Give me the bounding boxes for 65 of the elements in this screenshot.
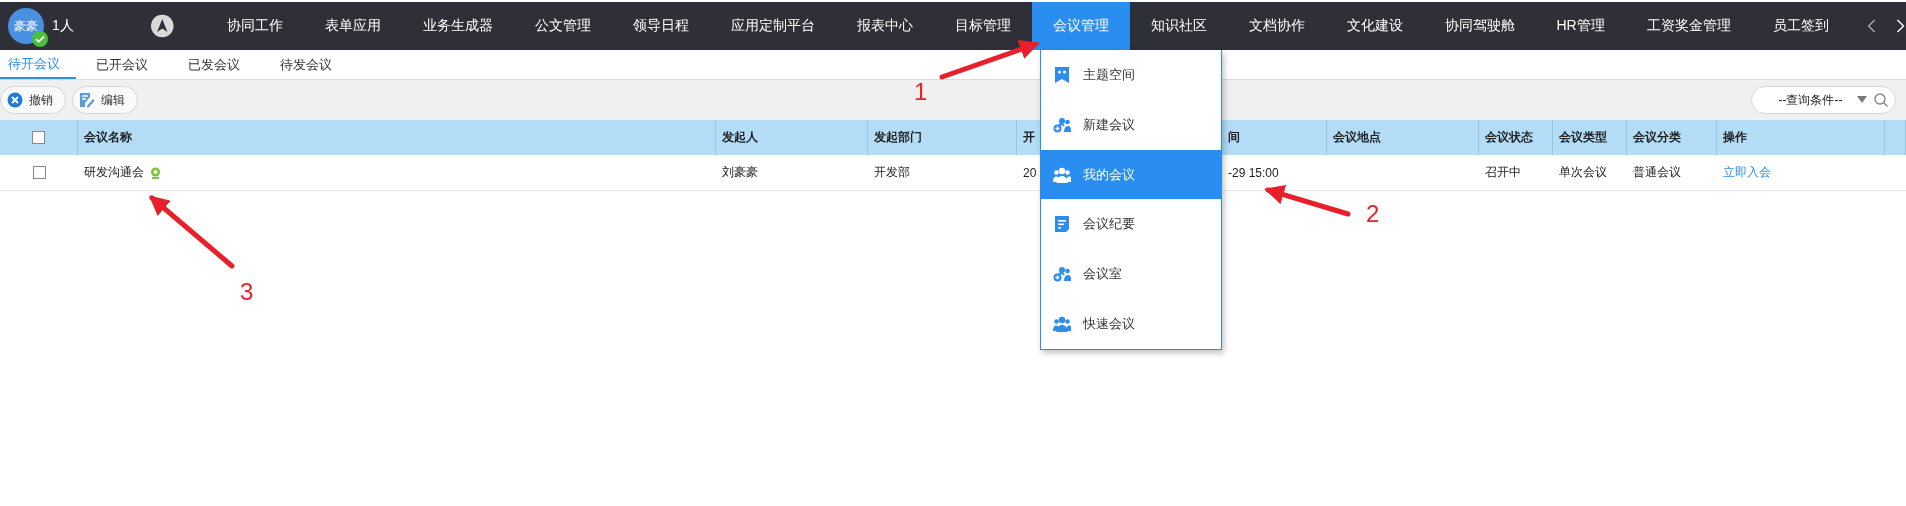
nav-item[interactable]: 文化建设 (1325, 2, 1424, 50)
table-cell: 开发部 (874, 164, 910, 181)
menu-item[interactable]: 会议室 (1041, 249, 1221, 300)
caret-down-icon (1857, 96, 1867, 104)
bookmark-icon (1053, 65, 1071, 84)
table-cell: 普通会议 (1633, 164, 1681, 181)
menu-item[interactable]: 新建会议 (1041, 99, 1221, 150)
sub-tab[interactable]: 已发会议 (168, 50, 260, 79)
sub-tab[interactable]: 待发会议 (260, 50, 352, 79)
table-cell: 单次会议 (1559, 164, 1607, 181)
menu-item[interactable]: 主题空间 (1041, 50, 1221, 100)
menu-item[interactable]: 快速会议 (1041, 299, 1221, 349)
search-icon[interactable] (1873, 92, 1889, 108)
annotation-number: 1 (914, 78, 928, 105)
edit-icon (79, 92, 95, 108)
query-select[interactable]: --查询条件-- (1751, 86, 1896, 114)
nav-item[interactable]: 领导日程 (611, 2, 710, 50)
column-header: 发起人 (722, 129, 758, 146)
online-count: 1人 (52, 17, 74, 35)
sub-tab[interactable]: 已开会议 (76, 50, 168, 79)
logo-icon[interactable] (150, 13, 174, 39)
people-icon (1053, 315, 1071, 334)
document-icon (1053, 215, 1071, 234)
column-header: 会议地点 (1333, 129, 1381, 146)
select-all-checkbox[interactable] (32, 131, 45, 144)
nav-item[interactable]: 员工签到 (1751, 2, 1850, 50)
column-header: 会议状态 (1485, 129, 1533, 146)
cancel-button[interactable]: 撤销 (0, 86, 66, 114)
nav-item[interactable]: 工资奖金管理 (1625, 2, 1752, 50)
nav-item[interactable]: 表单应用 (303, 2, 402, 50)
nav-item[interactable]: 业务生成器 (401, 2, 514, 50)
menu-item[interactable]: 会议纪要 (1041, 199, 1221, 250)
nav-item[interactable]: 目标管理 (933, 2, 1032, 50)
nav-item[interactable]: 应用定制平台 (709, 2, 836, 50)
column-header: 开 (1023, 129, 1035, 146)
annotation-number: 3 (240, 278, 254, 305)
nav-item[interactable]: HR管理 (1535, 2, 1626, 50)
table-cell: -29 15:00 (1228, 165, 1279, 180)
chevron-left-icon[interactable] (1865, 17, 1878, 35)
row-checkbox[interactable] (32, 166, 46, 179)
nav-item[interactable]: 协同工作 (205, 2, 304, 50)
nav-item[interactable]: 公文管理 (513, 2, 612, 50)
table-cell: 20 (1023, 165, 1037, 180)
check-badge-icon (32, 31, 48, 47)
nav-item[interactable]: 报表中心 (835, 2, 934, 50)
nav-item[interactable]: 知识社区 (1129, 2, 1228, 50)
join-link[interactable]: 立即入会 (1723, 164, 1771, 181)
nav-item[interactable]: 协同驾驶舱 (1423, 2, 1536, 50)
column-header: 会议分类 (1633, 129, 1681, 146)
table-cell: 召开中 (1485, 164, 1521, 181)
column-header: 间 (1228, 129, 1240, 146)
close-circle-icon (7, 92, 23, 108)
table-cell: 刘豪豪 (722, 164, 758, 181)
nav-item[interactable]: 文档协作 (1227, 2, 1326, 50)
column-header: 操作 (1723, 129, 1747, 146)
people-add-icon (1053, 265, 1071, 284)
table-cell: 研发沟通会 (84, 164, 144, 181)
webcam-icon (150, 166, 161, 179)
column-header: 会议类型 (1559, 129, 1607, 146)
annotation-number: 2 (1366, 200, 1380, 227)
people-icon (1053, 165, 1071, 184)
edit-button[interactable]: 编辑 (72, 86, 138, 114)
column-header: 发起部门 (874, 129, 922, 146)
people-add-icon (1053, 115, 1071, 134)
column-header: 会议名称 (84, 129, 132, 146)
